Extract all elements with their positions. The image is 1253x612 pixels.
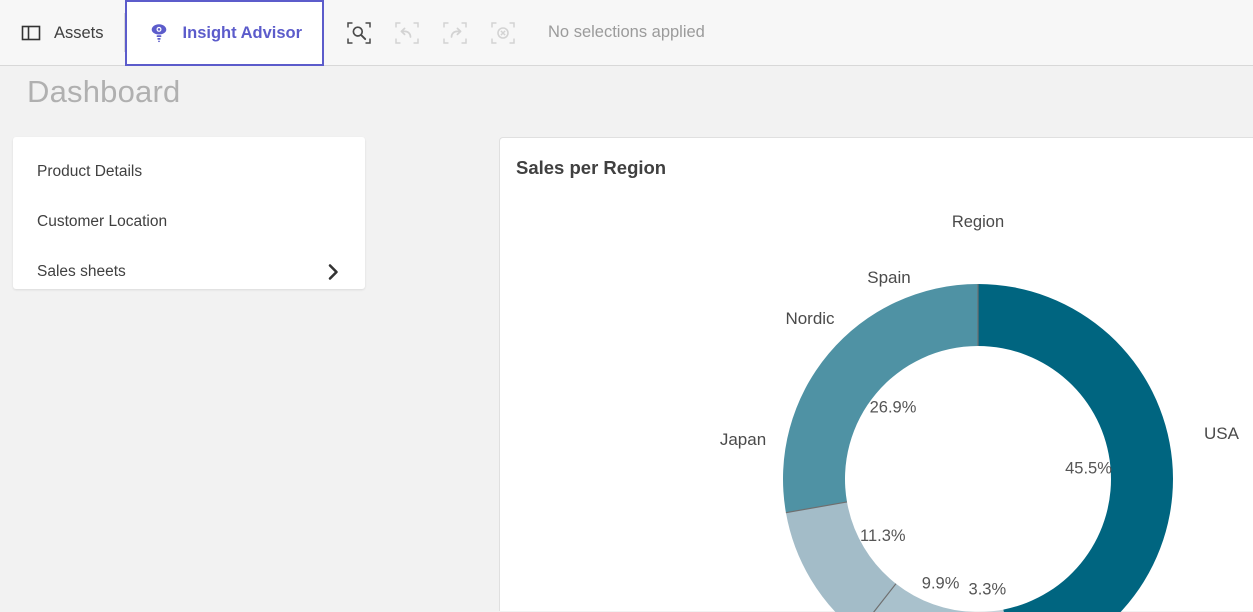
- tab-insight-advisor-label: Insight Advisor: [183, 24, 302, 43]
- sheet-item-product-details-label: Product Details: [37, 163, 142, 181]
- sheet-list-card: Product Details Customer Location Sales …: [13, 137, 365, 289]
- sheet-item-customer-location-label: Customer Location: [37, 213, 167, 231]
- lightbulb-eye-icon: [147, 21, 171, 45]
- slice-value-label: 9.9%: [922, 575, 960, 593]
- slice-category-label-nordic: Nordic: [785, 309, 835, 328]
- list-item[interactable]: Sales sheets: [13, 247, 365, 297]
- tab-insight-advisor[interactable]: Insight Advisor: [125, 0, 324, 66]
- slice-value-label: 3.3%: [969, 581, 1007, 599]
- list-item[interactable]: Customer Location: [13, 197, 365, 247]
- donut-slice[interactable]: [786, 502, 896, 612]
- tab-assets-label: Assets: [54, 24, 104, 43]
- slice-category-label-usa: USA: [1204, 424, 1240, 443]
- slice-value-label: 45.5%: [1065, 459, 1112, 477]
- panel-layout-icon: [20, 22, 42, 44]
- list-item[interactable]: Product Details: [13, 147, 365, 197]
- legend-title: Region: [952, 213, 1004, 231]
- slice-value-label: 11.3%: [860, 527, 906, 545]
- chevron-right-icon[interactable]: [323, 262, 343, 282]
- slice-value-label: 26.9%: [870, 399, 917, 417]
- selection-status-text: No selections applied: [548, 23, 705, 42]
- selections-search-button[interactable]: [342, 16, 376, 50]
- sheet-item-sales-sheets-label: Sales sheets: [37, 263, 126, 281]
- slice-category-label-spain: Spain: [867, 268, 910, 287]
- sales-per-region-chart-card[interactable]: Sales per Region 45.5%26.9%11.3%9.9%3.3%…: [499, 137, 1253, 611]
- toolbar-actions: No selections applied: [324, 0, 705, 65]
- top-toolbar: Assets Insight Advisor: [0, 0, 1253, 66]
- step-back-button[interactable]: [390, 16, 424, 50]
- tab-assets[interactable]: Assets: [0, 0, 124, 66]
- slice-category-label-japan: Japan: [720, 430, 766, 449]
- page-title: Dashboard: [27, 74, 180, 110]
- donut-slice[interactable]: [978, 284, 1173, 612]
- step-forward-button[interactable]: [438, 16, 472, 50]
- clear-selections-button[interactable]: [486, 16, 520, 50]
- donut-chart[interactable]: 45.5% 26.9% 11.3% 9.9% 3.3% USA Nordic Japan Spa…: [500, 138, 1253, 612]
